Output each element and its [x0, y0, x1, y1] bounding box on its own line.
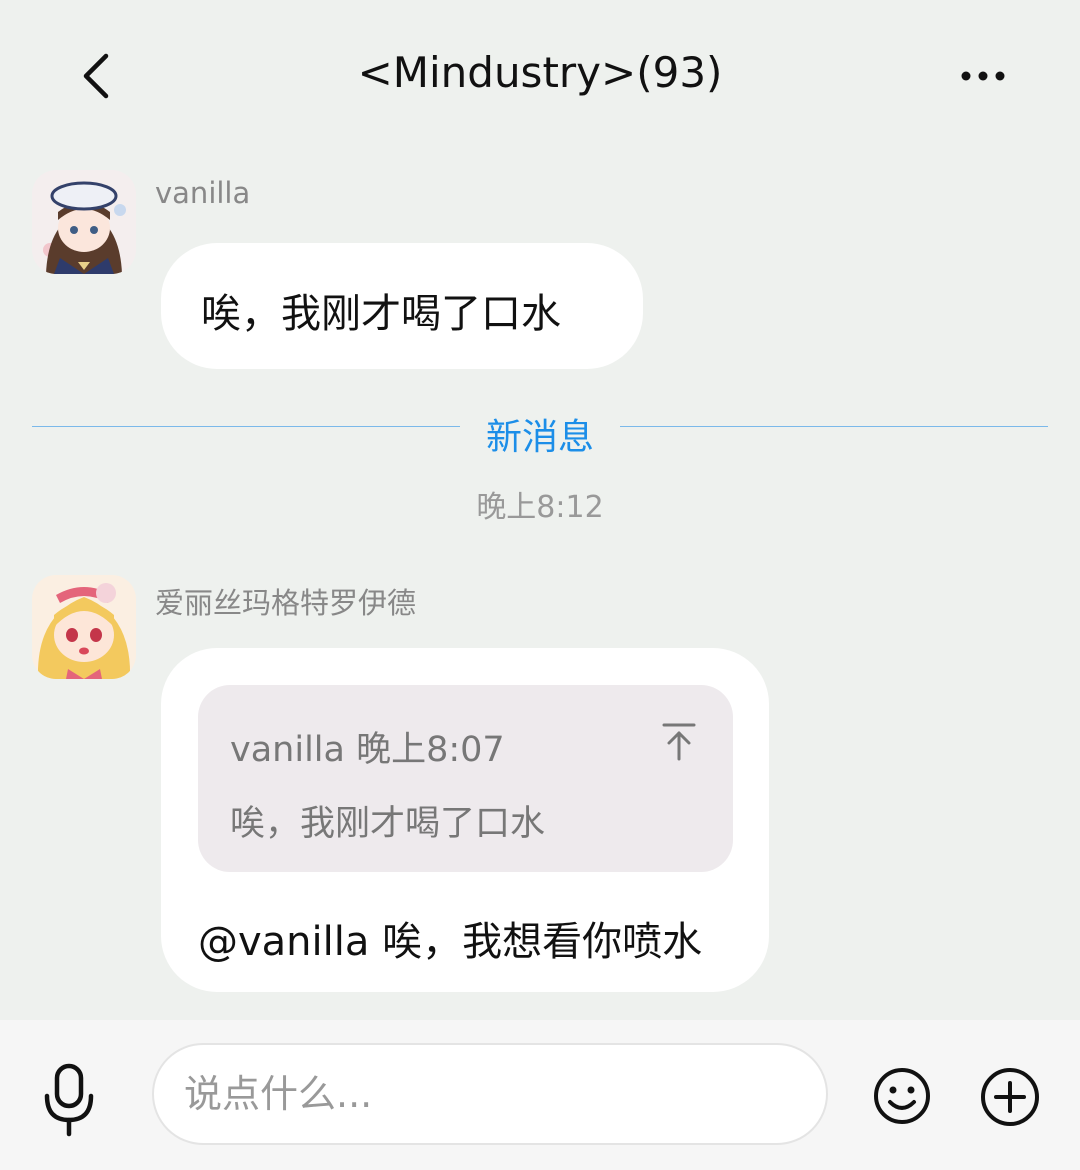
smiley-icon — [874, 1068, 930, 1124]
chat-title: <Mindustry>(93) — [357, 48, 723, 97]
quoted-message-meta: vanilla 晚上8:07 — [230, 730, 505, 770]
message-input[interactable] — [152, 1043, 828, 1145]
divider-line-right — [620, 426, 1048, 427]
anime-blonde-girl-avatar — [32, 575, 136, 679]
emoji-button[interactable] — [872, 1066, 932, 1126]
header-bar: <Mindustry>(93) — [0, 0, 1080, 150]
divider-line-left — [32, 426, 460, 427]
sender-name: 爱丽丝玛格特罗伊德 — [155, 586, 417, 620]
jump-to-top-arrow-icon — [662, 723, 696, 761]
plus-circle-icon — [981, 1068, 1039, 1126]
more-dots-icon — [961, 71, 1005, 81]
quoted-message[interactable]: vanilla 晚上8:07 唉，我刚才喝了口水 — [198, 685, 733, 872]
message-timestamp: 晚上8:12 — [476, 490, 604, 525]
more-button[interactable] — [950, 50, 1020, 100]
anime-girl-sailor-hat-avatar — [32, 170, 136, 274]
more-actions-button[interactable] — [979, 1066, 1041, 1128]
microphone-icon — [44, 1063, 94, 1137]
avatar-vanilla[interactable] — [32, 170, 136, 274]
quoted-message-text: 唉，我刚才喝了口水 — [230, 804, 546, 844]
avatar-alice[interactable] — [32, 575, 136, 679]
message-text: @vanilla 唉，我想看你喷水 — [198, 919, 703, 965]
voice-input-button[interactable] — [40, 1062, 98, 1138]
message-text: 唉，我刚才喝了口水 — [201, 291, 561, 337]
sender-name: vanilla — [155, 176, 251, 210]
new-messages-label: 新消息 — [485, 417, 594, 458]
message-bubble[interactable]: 唉，我刚才喝了口水 — [161, 243, 643, 369]
jump-to-quote-button[interactable] — [660, 721, 698, 761]
